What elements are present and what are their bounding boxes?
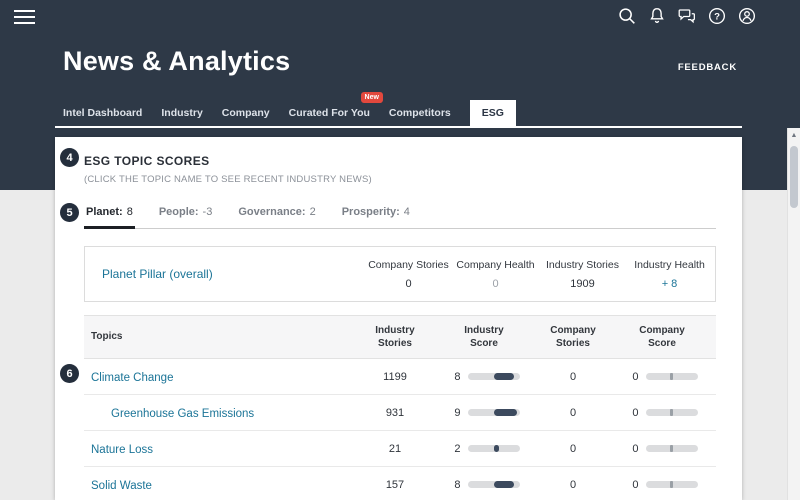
stat-industry-stories: Industry Stories 1909 — [539, 259, 626, 290]
stat-company-health-value: 0 — [452, 278, 539, 290]
header-company-stories: Company Stories — [538, 324, 608, 351]
table-row-nature-loss: Nature Loss 21 2 0 0 — [84, 431, 716, 467]
pillar-tab-prosperity-value: 4 — [404, 206, 410, 218]
stat-company-stories: Company Stories 0 — [365, 259, 452, 290]
company-score-gauge — [646, 445, 698, 452]
industry-score-value: 9 — [449, 407, 461, 419]
scroll-up-arrow-icon[interactable]: ▲ — [788, 128, 800, 142]
company-stories-value: 0 — [538, 479, 608, 491]
table-row-climate-change: Climate Change 1199 8 0 0 — [84, 359, 716, 395]
tab-competitors[interactable]: Competitors — [389, 100, 451, 126]
stat-industry-health-value: + 8 — [626, 278, 713, 290]
pillar-stats: Company Stories 0 Company Health 0 Indus… — [365, 259, 713, 290]
company-score-value: 0 — [627, 479, 639, 491]
industry-score-gauge — [468, 481, 520, 488]
industry-score-value: 2 — [449, 443, 461, 455]
topics-table: Topics Industry Stories Industry Score C… — [84, 315, 716, 500]
section-subtitle: (CLICK THE TOPIC NAME TO SEE RECENT INDU… — [84, 174, 716, 185]
help-icon[interactable]: ? — [706, 5, 728, 27]
industry-score-value: 8 — [449, 479, 461, 491]
company-stories-value: 0 — [538, 407, 608, 419]
pillar-tab-planet-label: Planet: — [86, 206, 123, 218]
industry-stories-value: 1199 — [360, 371, 430, 383]
header-topics: Topics — [84, 330, 360, 344]
pillar-tab-prosperity[interactable]: Prosperity: 4 — [340, 206, 412, 229]
pillar-tab-governance[interactable]: Governance: 2 — [236, 206, 317, 229]
new-badge: New — [361, 92, 383, 103]
pillar-tab-governance-label: Governance: — [238, 206, 305, 218]
company-score-value: 0 — [627, 371, 639, 383]
industry-stories-value: 157 — [360, 479, 430, 491]
scrollbar-thumb[interactable] — [790, 146, 798, 208]
topic-link-solid-waste[interactable]: Solid Waste — [91, 480, 152, 492]
company-score-gauge — [646, 373, 698, 380]
section-title: ESG TOPIC SCORES — [84, 154, 716, 168]
tab-curated-label: Curated For You — [289, 107, 370, 119]
company-score-gauge — [646, 481, 698, 488]
industry-score-gauge — [468, 373, 520, 380]
industry-score-gauge — [468, 445, 520, 452]
nav-underline — [55, 126, 742, 128]
pillar-tab-people-label: People: — [159, 206, 199, 218]
pillar-tab-planet[interactable]: Planet: 8 — [84, 206, 135, 229]
messages-chat-icon[interactable] — [676, 5, 698, 27]
industry-stories-value: 21 — [360, 443, 430, 455]
table-row-solid-waste: Solid Waste 157 8 0 0 — [84, 467, 716, 500]
page-title: News & Analytics — [63, 46, 290, 77]
section-head: ESG TOPIC SCORES (CLICK THE TOPIC NAME T… — [55, 137, 742, 185]
topic-link-climate-change[interactable]: Climate Change — [91, 372, 173, 384]
header-industry-stories: Industry Stories — [360, 324, 430, 351]
main-nav: Intel Dashboard Industry Company Curated… — [63, 100, 516, 126]
pillar-overview-box: Planet Pillar (overall) Company Stories … — [84, 246, 716, 302]
table-row-greenhouse-gas: Greenhouse Gas Emissions 931 9 0 0 — [84, 395, 716, 431]
pillar-tab-planet-value: 8 — [127, 206, 133, 218]
company-stories-value: 0 — [538, 371, 608, 383]
stat-company-stories-value: 0 — [365, 278, 452, 290]
search-icon[interactable] — [616, 5, 638, 27]
tab-esg[interactable]: ESG — [470, 100, 516, 126]
tab-industry[interactable]: Industry — [161, 100, 202, 126]
topbar-icons: ? — [616, 5, 758, 27]
company-score-value: 0 — [627, 407, 639, 419]
vertical-scrollbar[interactable]: ▲ — [787, 128, 800, 500]
esg-topic-scores-panel: ESG TOPIC SCORES (CLICK THE TOPIC NAME T… — [55, 137, 742, 500]
feedback-button[interactable]: FEEDBACK — [678, 62, 737, 73]
annotation-step-6: 6 — [60, 364, 79, 383]
company-score-gauge — [646, 409, 698, 416]
company-score-value: 0 — [627, 443, 639, 455]
topic-link-nature-loss[interactable]: Nature Loss — [91, 444, 153, 456]
pillar-tab-prosperity-label: Prosperity: — [342, 206, 400, 218]
stat-company-health-label: Company Health — [452, 259, 539, 271]
svg-text:?: ? — [714, 11, 720, 22]
stat-industry-stories-value: 1909 — [539, 278, 626, 290]
header-industry-score: Industry Score — [430, 324, 538, 351]
annotation-step-5: 5 — [60, 203, 79, 222]
table-header-row: Topics Industry Stories Industry Score C… — [84, 315, 716, 359]
news-analytics-page: ? News & Analytics FEEDBACK Intel Dashbo… — [0, 0, 800, 500]
industry-score-gauge — [468, 409, 520, 416]
notifications-bell-icon[interactable] — [646, 5, 668, 27]
stat-industry-health-label: Industry Health — [626, 259, 713, 271]
tab-company[interactable]: Company — [222, 100, 270, 126]
tab-curated-for-you[interactable]: Curated For You New — [289, 100, 370, 126]
industry-stories-value: 931 — [360, 407, 430, 419]
topic-link-greenhouse-gas[interactable]: Greenhouse Gas Emissions — [111, 408, 254, 420]
menu-icon[interactable] — [14, 10, 35, 28]
profile-icon[interactable] — [736, 5, 758, 27]
stat-industry-stories-label: Industry Stories — [539, 259, 626, 271]
pillar-tab-people-value: -3 — [203, 206, 213, 218]
annotation-step-4: 4 — [60, 148, 79, 167]
pillar-tab-people[interactable]: People: -3 — [157, 206, 215, 229]
pillar-tab-governance-value: 2 — [310, 206, 316, 218]
stat-company-health: Company Health 0 — [452, 259, 539, 290]
industry-score-value: 8 — [449, 371, 461, 383]
pillar-tabs: Planet: 8 People: -3 Governance: 2 Prosperi… — [84, 206, 716, 229]
header-company-score: Company Score — [608, 324, 716, 351]
stat-company-stories-label: Company Stories — [365, 259, 452, 271]
company-stories-value: 0 — [538, 443, 608, 455]
tab-intel-dashboard[interactable]: Intel Dashboard — [63, 100, 142, 126]
planet-pillar-overall-link[interactable]: Planet Pillar (overall) — [102, 267, 365, 281]
stat-industry-health: Industry Health + 8 — [626, 259, 713, 290]
